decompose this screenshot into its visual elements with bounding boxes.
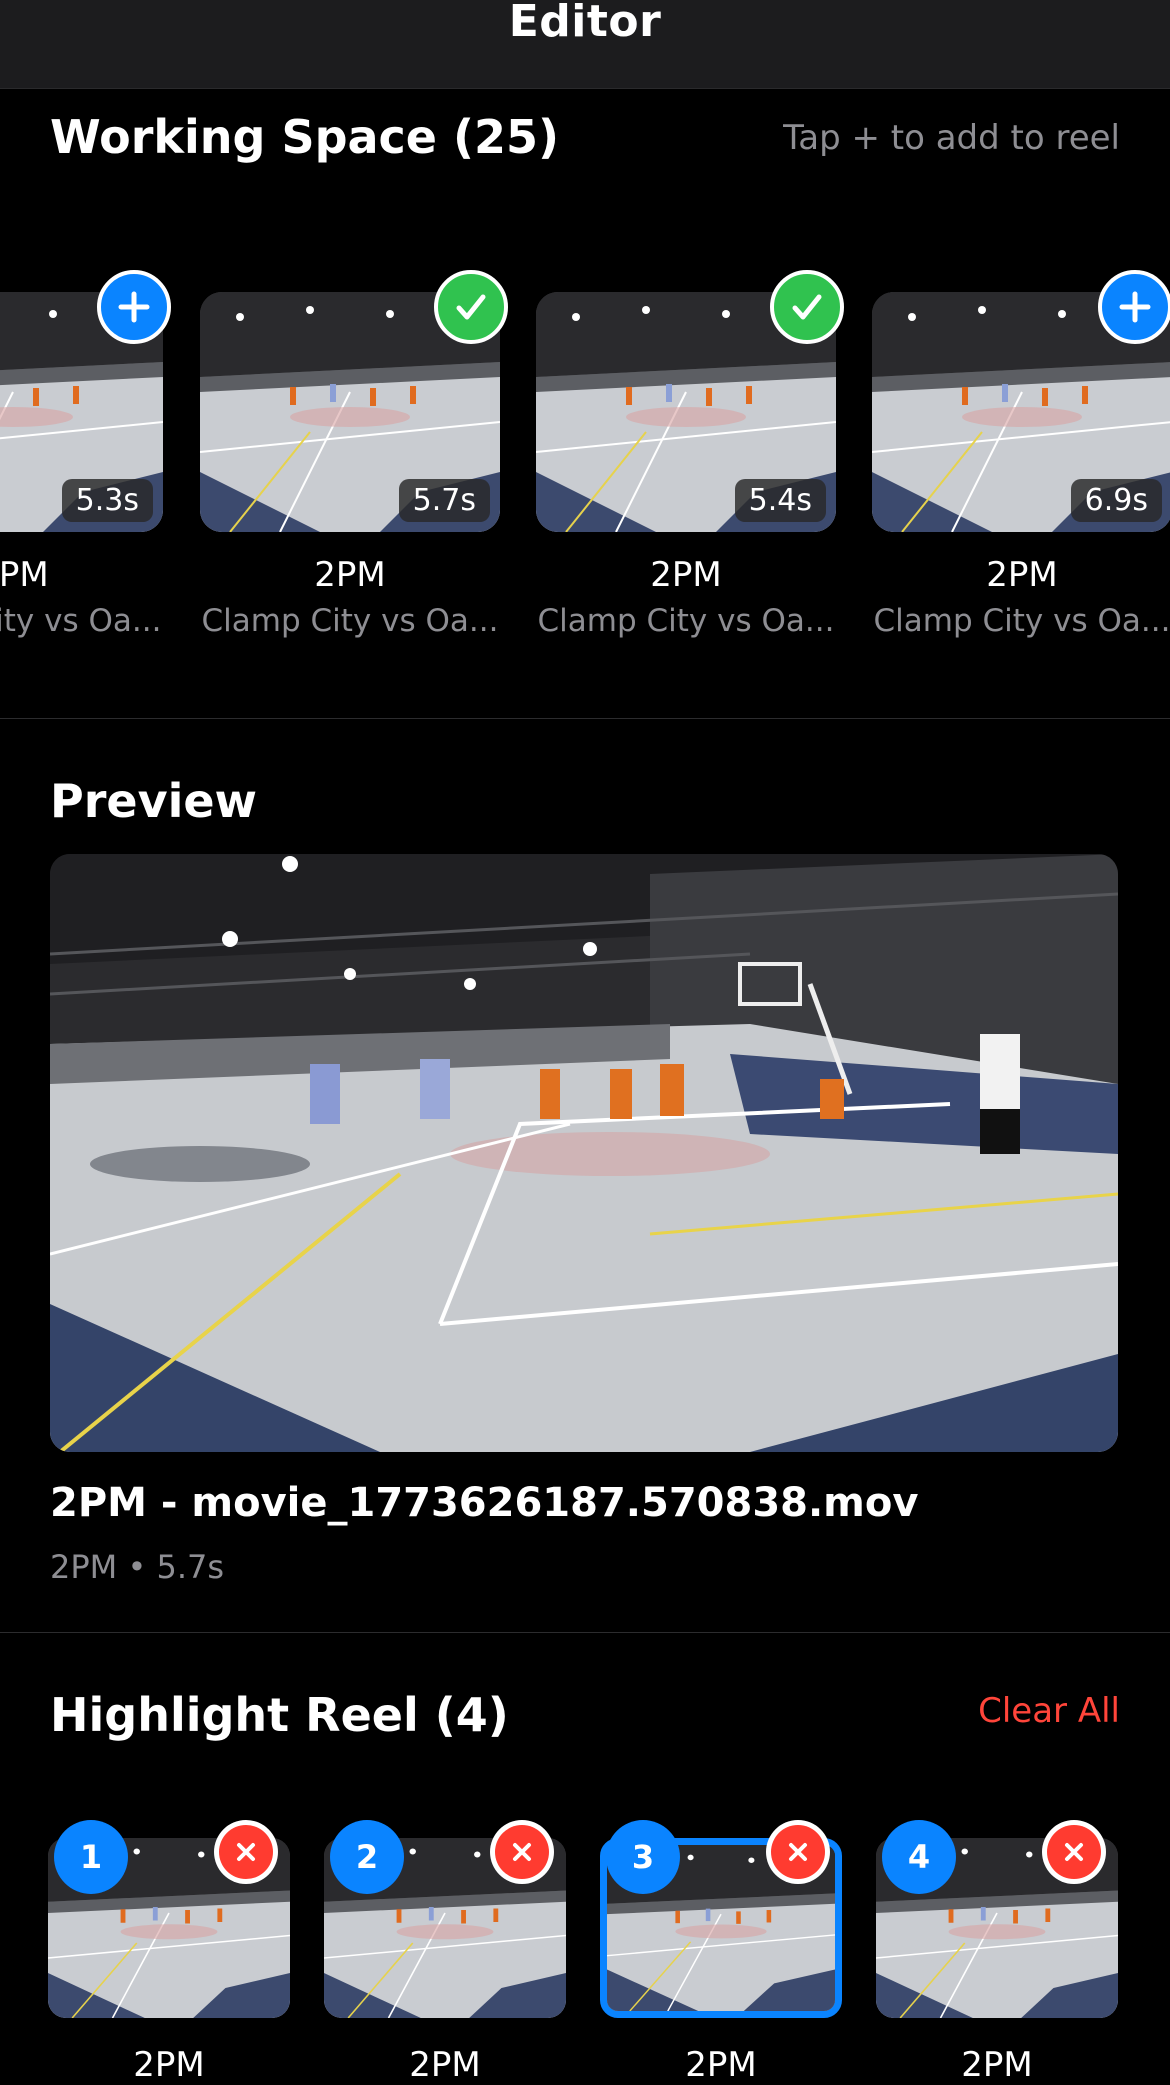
working-space-strip[interactable]: 5.3s 2PM Clamp City vs Oa... 5.7s 2PM Cl… — [0, 270, 1170, 670]
clip-subtitle: Clamp City vs Oa... — [537, 603, 835, 639]
clip-time: 2PM — [0, 555, 49, 595]
reel-order-badge: 4 — [882, 1820, 956, 1894]
clip-subtitle: Clamp City vs Oa... — [201, 603, 499, 639]
clip-time: 2PM — [986, 555, 1058, 595]
remove-icon[interactable] — [1042, 1820, 1106, 1884]
remove-icon[interactable] — [214, 1820, 278, 1884]
divider — [0, 1632, 1170, 1633]
preview-title: Preview — [50, 774, 258, 828]
reel-time: 2PM — [409, 2045, 481, 2085]
preview-frame — [50, 854, 1118, 1452]
reel-order-badge: 3 — [606, 1820, 680, 1894]
divider — [0, 718, 1170, 719]
navigation-bar: Editor — [0, 0, 1170, 89]
reel-time: 2PM — [685, 2045, 757, 2085]
clip-subtitle: Clamp City vs Oa... — [873, 603, 1170, 639]
add-to-reel-hint: Tap + to add to reel — [783, 118, 1120, 158]
reel-time: 2PM — [133, 2045, 205, 2085]
clip-duration: 5.3s — [61, 479, 153, 522]
reel-order-badge: 2 — [330, 1820, 404, 1894]
clip-duration: 5.4s — [734, 479, 826, 522]
clip-time: 2PM — [314, 555, 386, 595]
clip-duration: 5.7s — [398, 479, 490, 522]
plus-icon[interactable] — [1098, 270, 1170, 344]
clear-all-button[interactable]: Clear All — [978, 1691, 1120, 1731]
preview-video[interactable] — [50, 854, 1118, 1452]
preview-meta: 2PM • 5.7s — [50, 1548, 225, 1586]
preview-file-name: 2PM - movie_1773626187.570838.mov — [50, 1480, 919, 1526]
working-space-title: Working Space (25) — [50, 110, 560, 164]
check-icon[interactable] — [770, 270, 844, 344]
reel-time: 2PM — [961, 2045, 1033, 2085]
plus-icon[interactable] — [97, 270, 171, 344]
clip-subtitle: Clamp City vs Oa... — [0, 603, 162, 639]
nav-title: Editor — [508, 0, 662, 47]
clip-time: 2PM — [650, 555, 722, 595]
remove-icon[interactable] — [490, 1820, 554, 1884]
highlight-reel-title: Highlight Reel (4) — [50, 1688, 509, 1742]
reel-order-badge: 1 — [54, 1820, 128, 1894]
remove-icon[interactable] — [766, 1820, 830, 1884]
check-icon[interactable] — [434, 270, 508, 344]
clip-duration: 6.9s — [1070, 479, 1162, 522]
